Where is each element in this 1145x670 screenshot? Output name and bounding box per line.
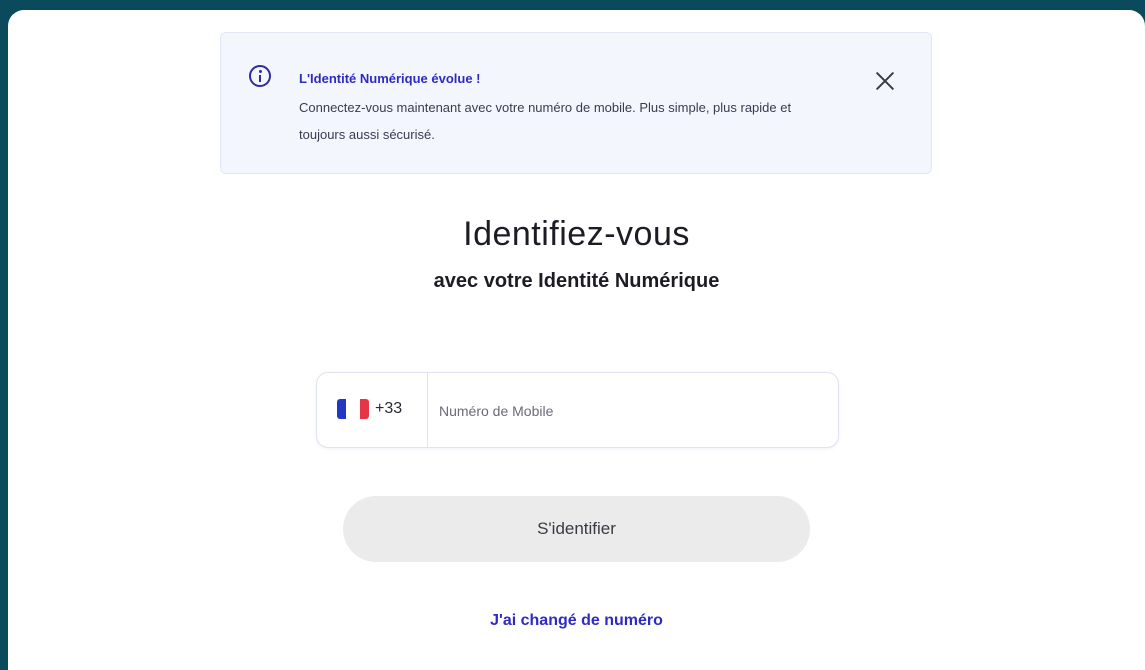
close-icon[interactable] xyxy=(873,69,897,93)
identify-button[interactable]: S'identifier xyxy=(343,496,810,562)
info-circle-icon xyxy=(249,65,271,87)
changed-number-link[interactable]: J'ai changé de numéro xyxy=(8,612,1145,630)
mobile-number-input[interactable] xyxy=(437,387,821,435)
country-code-selector[interactable]: +33 xyxy=(317,373,428,447)
info-banner-message: Connectez-vous maintenant avec votre num… xyxy=(299,100,792,142)
france-flag-icon xyxy=(337,399,369,419)
info-banner: L'Identité Numérique évolue ! Connectez-… xyxy=(220,32,932,174)
page-subtitle: avec votre Identité Numérique xyxy=(433,270,720,292)
login-card: L'Identité Numérique évolue ! Connectez-… xyxy=(8,10,1145,670)
info-banner-title: L'Identité Numérique évolue ! xyxy=(299,71,481,86)
dial-code: +33 xyxy=(375,400,403,417)
page-title: Identifiez-vous xyxy=(463,215,690,253)
phone-number-field: +33 xyxy=(316,372,839,448)
